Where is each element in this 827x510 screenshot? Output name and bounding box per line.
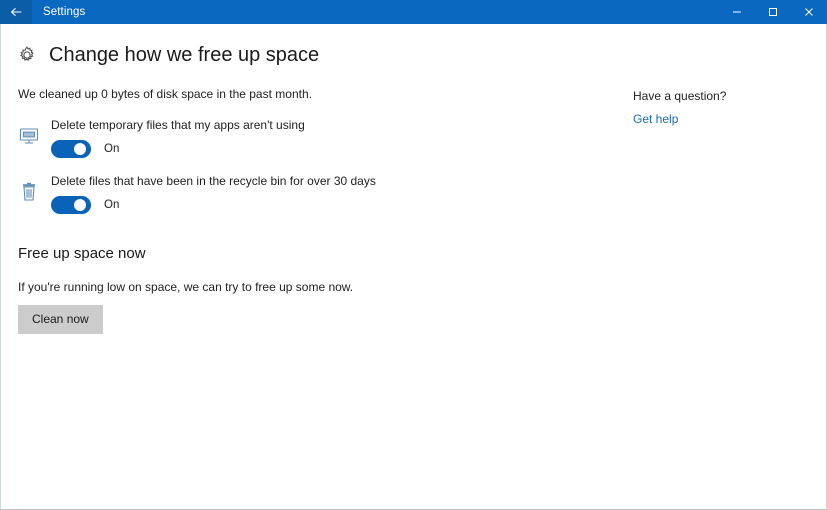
content-columns: We cleaned up 0 bytes of disk space in t…	[1, 72, 826, 334]
toggle-temp-files[interactable]: On	[51, 140, 305, 158]
settings-window: Settings Change how we free up space We …	[0, 0, 827, 510]
main-column: We cleaned up 0 bytes of disk space in t…	[1, 86, 633, 334]
get-help-link[interactable]: Get help	[633, 111, 678, 127]
maximize-button[interactable]	[755, 0, 791, 24]
setting-body: Delete files that have been in the recyc…	[51, 173, 376, 214]
close-button[interactable]	[791, 0, 827, 24]
side-column: Have a question? Get help	[633, 86, 826, 128]
toggle-switch[interactable]	[51, 196, 91, 214]
page-title: Change how we free up space	[49, 44, 320, 66]
back-arrow-icon	[9, 5, 23, 19]
gear-icon	[17, 45, 37, 65]
maximize-icon	[767, 6, 779, 18]
recycle-bin-icon	[18, 181, 40, 203]
toggle-state-label: On	[104, 143, 120, 155]
toggle-switch[interactable]	[51, 140, 91, 158]
have-a-question-heading: Have a question?	[633, 89, 727, 103]
section-heading-free-up-space: Free up space now	[18, 245, 146, 262]
toggle-knob	[74, 143, 86, 155]
cleanup-summary-text: We cleaned up 0 bytes of disk space in t…	[18, 87, 312, 101]
minimize-icon	[731, 6, 743, 18]
client-area: Change how we free up space We cleaned u…	[0, 24, 827, 510]
app-title: Settings	[43, 6, 86, 18]
toggle-state-label: On	[104, 199, 120, 211]
toggle-knob	[74, 199, 86, 211]
monitor-temp-files-icon	[18, 125, 40, 147]
setting-row: Delete files that have been in the recyc…	[18, 173, 633, 214]
setting-row: Delete temporary files that my apps aren…	[18, 117, 633, 158]
section-description: If you're running low on space, we can t…	[18, 280, 354, 294]
setting-label: Delete files that have been in the recyc…	[51, 174, 376, 188]
page-header: Change how we free up space	[1, 24, 826, 72]
back-button[interactable]	[0, 0, 32, 24]
toggle-recycle-bin[interactable]: On	[51, 196, 376, 214]
title-bar: Settings	[0, 0, 827, 24]
window-controls	[719, 0, 827, 24]
minimize-button[interactable]	[719, 0, 755, 24]
setting-label: Delete temporary files that my apps aren…	[51, 118, 305, 132]
settings-page: Change how we free up space We cleaned u…	[1, 24, 826, 334]
clean-now-button[interactable]: Clean now	[18, 305, 103, 334]
close-icon	[803, 6, 815, 18]
setting-body: Delete temporary files that my apps aren…	[51, 117, 305, 158]
